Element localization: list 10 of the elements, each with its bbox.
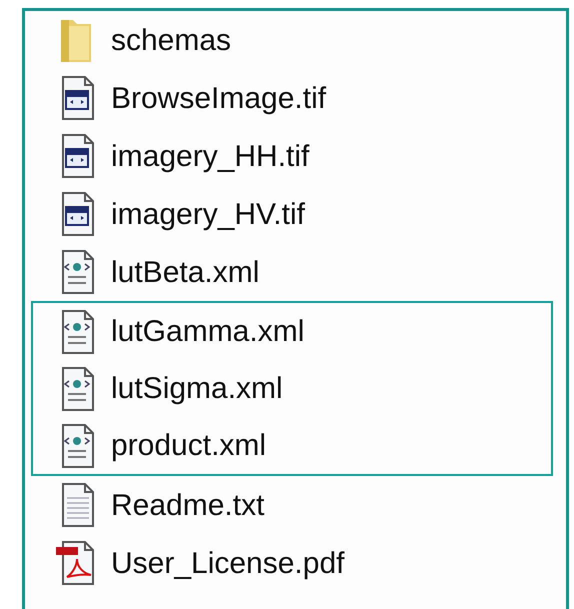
file-name[interactable]: lutBeta.xml xyxy=(111,256,260,288)
file-name[interactable]: schemas xyxy=(111,24,232,56)
file-name[interactable]: BrowseImage.tif xyxy=(111,82,326,114)
file-name[interactable]: Readme.txt xyxy=(111,488,264,522)
file-name[interactable]: User_License.pdf xyxy=(111,546,344,580)
file-name[interactable]: imagery_HV.tif xyxy=(111,198,305,230)
file-name[interactable]: product.xml xyxy=(111,429,266,462)
file-name[interactable]: imagery_HH.tif xyxy=(111,140,310,172)
file-name[interactable]: lutGamma.xml xyxy=(111,315,304,348)
file-name[interactable]: lutSigma.xml xyxy=(111,372,283,405)
